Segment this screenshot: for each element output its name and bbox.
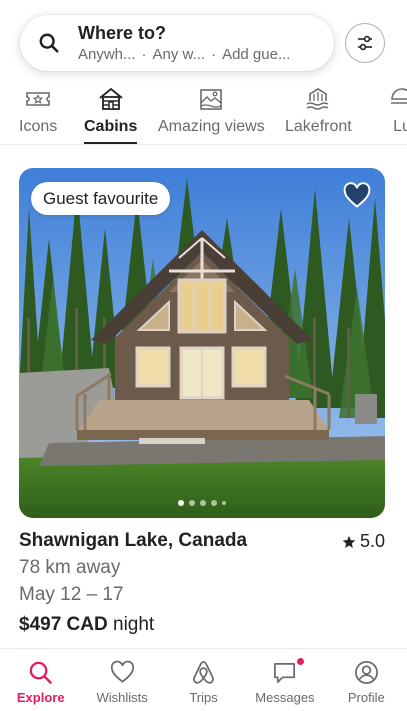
category-luxe[interactable]: Lu (388, 82, 407, 144)
category-label: Lakefront (285, 118, 352, 135)
search-text: Where to? Anywh... · Any w... · Add gue.… (78, 22, 290, 65)
filter-sliders-icon (358, 35, 372, 51)
listing-title[interactable]: Shawnigan Lake, Canada (19, 530, 247, 552)
category-label: Cabins (84, 118, 138, 135)
category-label: Icons (19, 118, 58, 135)
airbnb-logo-icon (193, 661, 214, 684)
category-icons[interactable]: Icons (19, 82, 57, 144)
search-bar[interactable]: Where to? Anywh... · Any w... · Add gue.… (20, 15, 334, 71)
pagination-dot (222, 501, 226, 505)
heart-outline-icon (110, 660, 134, 683)
search-separator: · (141, 45, 147, 63)
search-subtitle: Anywh... · Any w... · Add gue... (78, 45, 290, 65)
bottom-navigation: Explore Wishlists Trips Messages Profile (0, 648, 407, 711)
star-icon (342, 535, 356, 548)
category-label: Amazing views (158, 118, 265, 135)
cabin-icon (99, 88, 123, 110)
nav-trips[interactable]: Trips (163, 649, 244, 711)
listing-price: $497 CAD night (19, 614, 154, 636)
luxe-icon (391, 88, 407, 104)
nav-explore[interactable]: Explore (0, 649, 81, 711)
category-cabins[interactable]: Cabins (84, 82, 138, 144)
search-icon (29, 661, 53, 684)
search-icon (39, 33, 59, 53)
pagination-dot (189, 500, 195, 506)
listing-distance: 78 km away (19, 557, 121, 578)
category-lakefront[interactable]: Lakefront (285, 82, 352, 144)
nav-wishlists[interactable]: Wishlists (81, 649, 162, 711)
notification-dot (297, 658, 305, 665)
icons-ticket-icon (26, 92, 50, 106)
nav-label: Explore (16, 690, 65, 705)
nav-label: Trips (189, 690, 218, 705)
listing-dates: May 12 – 17 (19, 584, 124, 605)
nav-label: Profile (347, 690, 385, 705)
category-bar: Icons Cabins Amazing views Lakefront Lu (0, 82, 407, 144)
nav-profile[interactable]: Profile (326, 649, 407, 711)
profile-icon (354, 661, 378, 684)
listing-rating: 5.0 (342, 531, 385, 552)
search-title: Where to? (78, 22, 166, 43)
filter-button[interactable] (345, 23, 385, 63)
price-amount: $497 CAD (19, 614, 108, 635)
nav-messages[interactable]: Messages (244, 649, 325, 711)
pagination-dot (178, 500, 184, 506)
message-icon (274, 662, 296, 683)
nav-label: Wishlists (96, 690, 148, 705)
nav-label: Messages (255, 690, 315, 705)
rating-value: 5.0 (359, 531, 385, 551)
cabin-photo-image (19, 168, 385, 518)
search-when: Any w... (152, 45, 206, 63)
search-where: Anywh... (78, 45, 136, 63)
guest-favourite-badge: Guest favourite (31, 182, 171, 215)
pagination-dot (200, 500, 206, 506)
category-label: Lu (393, 118, 407, 135)
photo-pagination-dots (19, 500, 385, 506)
search-separator: · (211, 45, 217, 63)
pagination-dot (211, 500, 217, 506)
amazing-views-icon (200, 89, 223, 110)
price-unit: night (107, 614, 155, 635)
lakefront-icon (307, 88, 329, 110)
listing-photo[interactable]: Guest favourite (19, 168, 385, 518)
divider (0, 144, 407, 145)
search-who: Add gue... (222, 45, 291, 63)
category-amazing-views[interactable]: Amazing views (158, 82, 265, 144)
heart-icon[interactable] (343, 182, 371, 210)
